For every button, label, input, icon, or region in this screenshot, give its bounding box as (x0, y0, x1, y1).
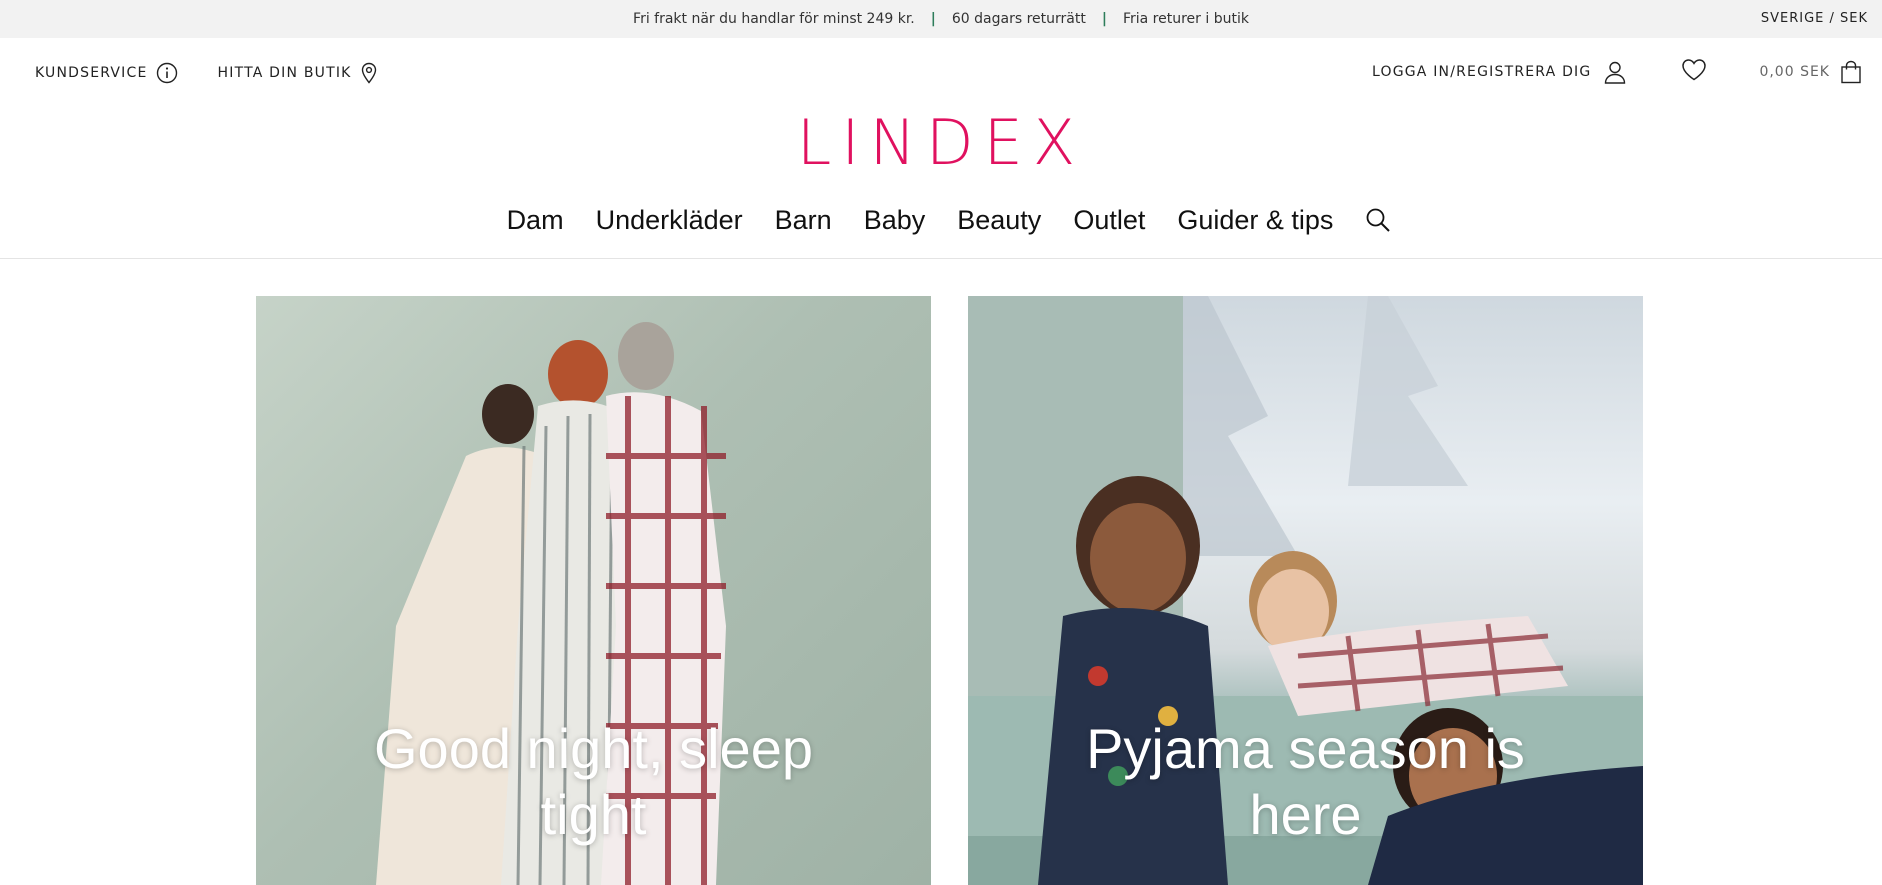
location-pin-icon (361, 62, 376, 84)
wishlist-button[interactable] (1681, 58, 1707, 86)
nav-item-dam[interactable]: Dam (507, 205, 564, 236)
promo-return-policy: 60 dagars returrätt (951, 11, 1086, 27)
promo-separator: | (930, 11, 936, 27)
promo-free-shipping: Fri frakt när du handlar för minst 249 k… (633, 11, 915, 27)
promo-bar: Fri frakt när du handlar för minst 249 k… (0, 0, 1882, 38)
cart-total: 0,00 SEK (1759, 64, 1830, 80)
search-icon (1367, 208, 1391, 232)
nav-divider (0, 258, 1882, 259)
promo-store-returns: Fria returer i butik (1122, 11, 1249, 27)
user-icon (1605, 61, 1626, 84)
main-navigation: Dam Underkläder Barn Baby Beauty Outlet … (0, 200, 1882, 240)
info-icon (156, 62, 177, 84)
cart-button[interactable]: 0,00 SEK (1759, 60, 1862, 84)
shopping-bag-icon (1841, 60, 1861, 84)
search-button[interactable] (1365, 207, 1391, 233)
nav-item-underklader[interactable]: Underkläder (596, 205, 743, 236)
find-store-label: HITTA DIN BUTIK (217, 65, 352, 81)
hero-tile-kids-pyjamas[interactable]: Pyjama season is here (968, 296, 1643, 885)
nav-item-barn[interactable]: Barn (775, 205, 832, 236)
region-selector[interactable]: SVERIGE / SEK (1761, 11, 1868, 26)
nav-item-baby[interactable]: Baby (864, 205, 926, 236)
customer-service-label: KUNDSERVICE (35, 65, 148, 81)
hero-caption: Pyjama season is here (1086, 717, 1525, 846)
nav-item-beauty[interactable]: Beauty (957, 205, 1041, 236)
brand-logo[interactable]: LINDEX (0, 107, 1882, 179)
nav-item-outlet[interactable]: Outlet (1073, 205, 1145, 236)
hero-tile-women-pyjamas[interactable]: Good night, sleep tight (256, 296, 931, 885)
login-link[interactable]: LOGGA IN/REGISTRERA DIG (1372, 60, 1627, 84)
hero-caption: Good night, sleep tight (374, 717, 813, 846)
utility-links-right: LOGGA IN/REGISTRERA DIG 0,00 SEK (1372, 58, 1862, 86)
promo-separator: | (1101, 11, 1107, 27)
customer-service-link[interactable]: KUNDSERVICE (35, 62, 178, 84)
find-store-link[interactable]: HITTA DIN BUTIK (218, 62, 378, 84)
heart-icon (1682, 59, 1707, 81)
login-label: LOGGA IN/REGISTRERA DIG (1371, 64, 1592, 80)
nav-item-guider-tips[interactable]: Guider & tips (1177, 205, 1333, 236)
utility-links-left: KUNDSERVICE HITTA DIN BUTIK (35, 62, 378, 84)
